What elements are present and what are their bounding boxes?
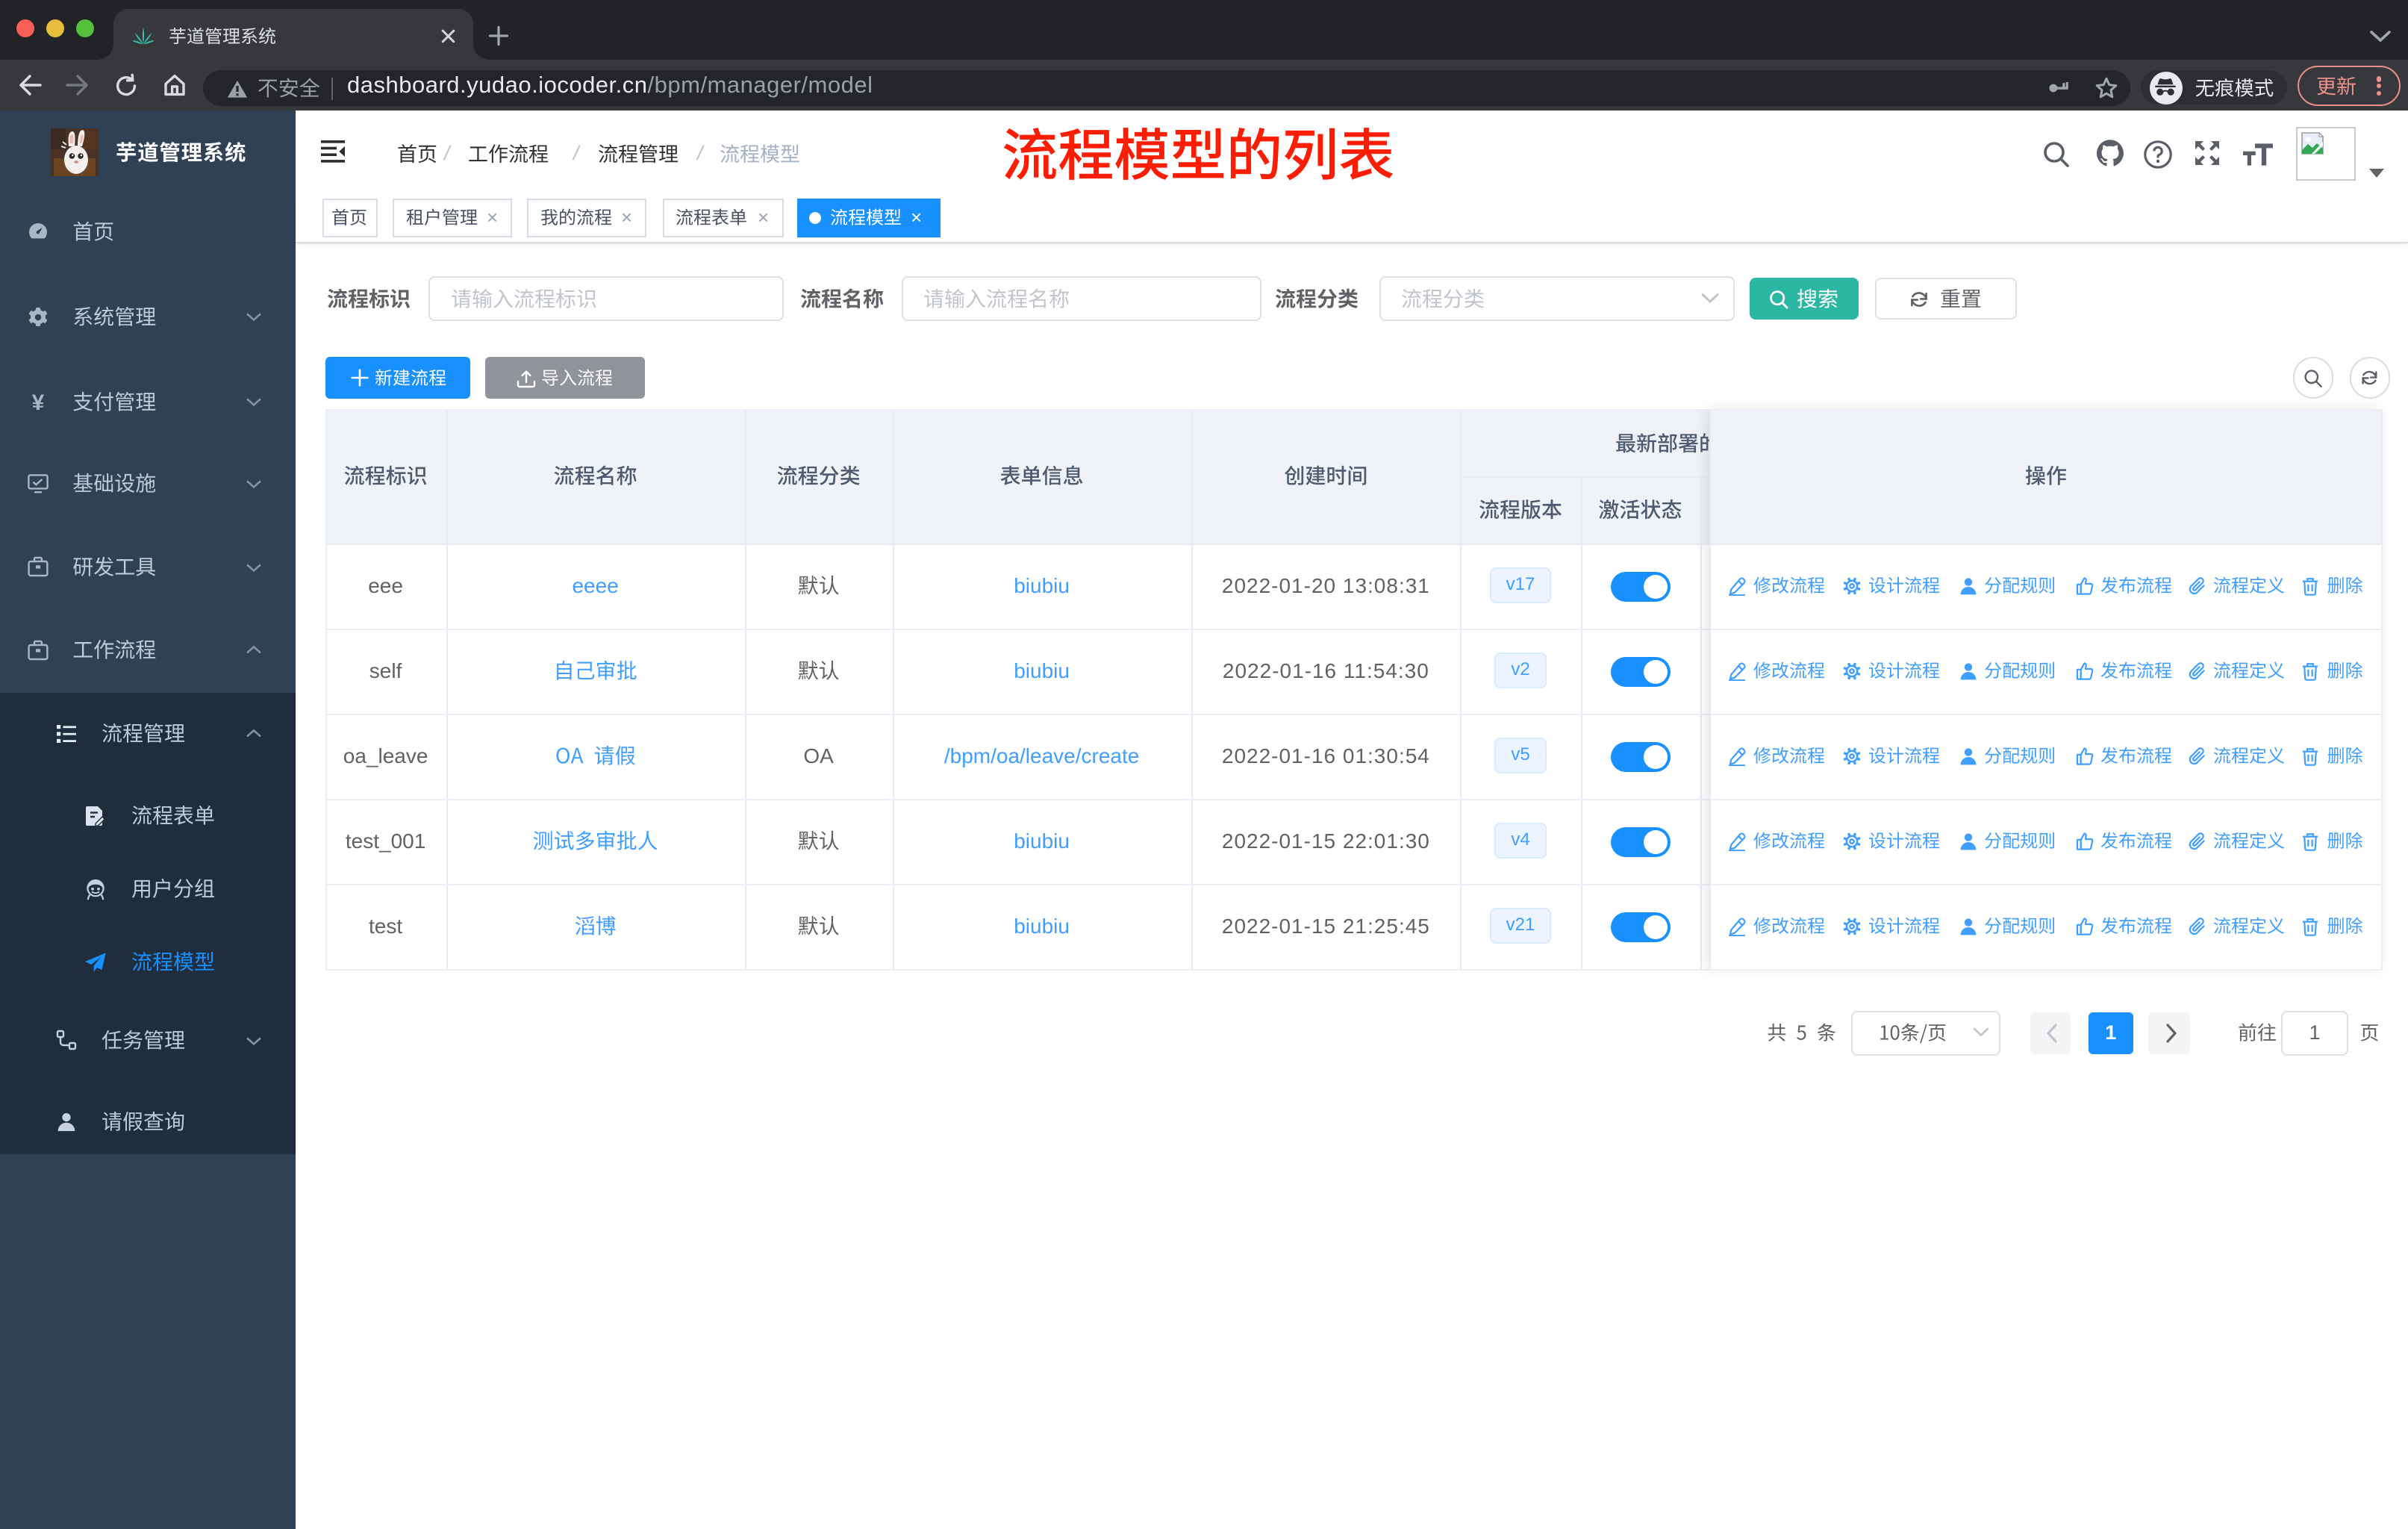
svg-text:¥: ¥ [32,390,45,414]
